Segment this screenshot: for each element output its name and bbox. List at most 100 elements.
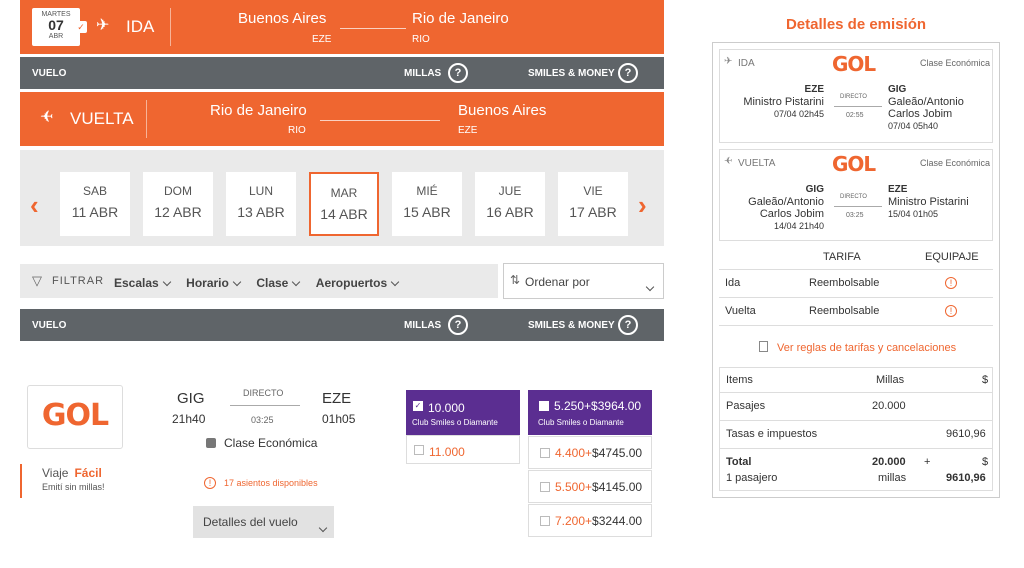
total-money: 9610,96	[946, 472, 986, 484]
flight-details-button[interactable]: Detalles del vuelo	[193, 506, 334, 538]
day-card[interactable]: JUE 16 ABR	[475, 172, 545, 236]
day-card[interactable]: VIE 17 ABR	[558, 172, 628, 236]
filter-time-label: Horario	[186, 276, 229, 290]
vuelta-from-dt: 14/04 21h40	[773, 221, 824, 231]
chevron-down-icon	[232, 277, 242, 287]
total-plus: +	[924, 456, 931, 468]
miles-regular-option[interactable]: 11.000	[406, 435, 520, 464]
fare-rules-link[interactable]: Ver reglas de tarifas y cancelaciones	[777, 342, 956, 354]
document-icon	[759, 341, 768, 352]
return-direction: VUELTA	[70, 109, 134, 128]
ida-to-dt: 07/04 05h40	[888, 121, 939, 131]
fare-row-label: Ida	[725, 277, 741, 289]
money-option-miles: 7.200+	[555, 514, 593, 528]
money-club-option[interactable]: 5.250+$3964.00 Club Smiles o Diamante	[528, 390, 652, 435]
ida-segment: ✈ IDA GOL Clase Económica EZE Ministro P…	[719, 49, 993, 143]
miles-help-icon[interactable]: ?	[448, 63, 468, 83]
return-to-city: Buenos Aires	[458, 102, 547, 119]
chevron-down-icon	[162, 277, 171, 287]
filter-stops[interactable]: Escalas	[114, 276, 171, 290]
miles-club-option[interactable]: ✓ 10.000 Club Smiles o Diamante	[406, 390, 520, 435]
chevron-left-icon[interactable]: ‹	[30, 190, 39, 221]
sort-label: Ordenar por	[525, 275, 590, 289]
filter-class[interactable]: Clase	[256, 276, 301, 290]
col-miles: MILLAS	[404, 68, 442, 79]
warning-icon[interactable]: !	[945, 277, 957, 289]
day-card-selected[interactable]: MAR 14 ABR	[309, 172, 379, 236]
vuelta-segment: ✈ VUELTA GOL Clase Económica GIG Galeão/…	[719, 149, 993, 241]
cost-col-money: $	[982, 374, 989, 386]
calendar-check-icon: ✓	[75, 21, 87, 33]
checkbox-icon	[414, 445, 424, 455]
checkbox-checked-icon: ✓	[413, 401, 423, 411]
money-option[interactable]: 4.400+$4745.00	[528, 436, 652, 469]
day-date: 16 ABR	[486, 204, 534, 220]
day-dow: DOM	[164, 184, 192, 198]
outbound-from-code: EZE	[312, 34, 332, 45]
ida-to: GIG Galeão/Antonio Carlos Jobim 07/04 05…	[888, 84, 964, 132]
cost-col-items: Items	[726, 374, 753, 386]
gol-logo: GOL	[41, 398, 109, 433]
facil-text: Fácil	[74, 466, 102, 480]
ida-from-dt: 07/04 02h45	[773, 109, 824, 119]
filter-icon: ▽	[32, 273, 42, 288]
day-card[interactable]: MIÉ 15 ABR	[392, 172, 462, 236]
pasajero-count: 1 pasajero	[726, 472, 778, 484]
filter-airports-label: Aeropuertos	[315, 276, 388, 290]
day-dow: MIÉ	[416, 184, 438, 198]
miles-help-icon[interactable]: ?	[448, 315, 468, 335]
day-dow: JUE	[498, 184, 522, 198]
fare-col-tarifa: TARIFA	[823, 251, 861, 263]
outbound-date-badge: MARTES 07 ABR	[32, 8, 80, 46]
chevron-right-icon[interactable]: ›	[638, 190, 647, 221]
vuelta-to: EZE Ministro Pistarini 15/04 01h05	[888, 184, 969, 220]
total-money-symbol: $	[982, 456, 989, 468]
filter-stops-label: Escalas	[114, 276, 159, 290]
millas-word: millas	[878, 472, 907, 484]
money-club-miles: 5.250+	[554, 399, 592, 413]
day-date: 17 ABR	[569, 204, 617, 220]
cost-table: Items Millas $ Pasajes 20.000 Tasas e im…	[719, 367, 993, 491]
results-header-2: VUELO MILLAS ? SMILES & MONEY ?	[20, 309, 664, 341]
results-header-1: VUELO MILLAS ? SMILES & MONEY ?	[20, 57, 664, 89]
seat-icon	[206, 438, 216, 448]
chevron-down-icon	[292, 277, 301, 287]
ida-label: IDA	[738, 58, 755, 69]
checkbox-icon	[540, 448, 550, 458]
day-date: 15 ABR	[403, 204, 451, 220]
day-card[interactable]: LUN 13 ABR	[226, 172, 296, 236]
viaje-facil-badge: Viaje Fácil Emití sin millas!	[20, 464, 105, 498]
money-option-value: 5.500+$4145.00	[555, 480, 642, 494]
smiles-help-icon[interactable]: ?	[618, 63, 638, 83]
money-option-value: 7.200+$3244.00	[555, 514, 642, 528]
vuelta-to-dt: 15/04 01h05	[888, 209, 939, 219]
return-from-code: RIO	[288, 125, 306, 136]
money-option[interactable]: 7.200+$3244.00	[528, 504, 652, 537]
total-label: Total	[726, 456, 752, 468]
pasajes-label: Pasajes	[726, 400, 766, 412]
ida-to-name-1: Galeão/Antonio	[888, 96, 964, 108]
miles-regular-value: 11.000	[429, 445, 465, 459]
day-card[interactable]: SAB 11 ABR	[60, 172, 130, 236]
arrow-right-icon	[320, 120, 440, 121]
day-date: 14 ABR	[320, 206, 368, 222]
gol-logo: GOL	[832, 52, 876, 76]
flight-cabin: Clase Económica	[224, 436, 318, 450]
money-option[interactable]: 5.500+$4145.00	[528, 470, 652, 503]
day-dow: SAB	[82, 184, 107, 198]
filter-airports[interactable]: Aeropuertos	[315, 276, 400, 290]
flight-to: EZE	[322, 390, 352, 407]
checkbox-icon	[540, 516, 550, 526]
vuelta-from: GIG Galeão/Antonio Carlos Jobim 14/04 21…	[730, 184, 824, 232]
warning-icon[interactable]: !	[945, 305, 957, 317]
filter-time[interactable]: Horario	[186, 276, 242, 290]
sort-select[interactable]: ⇅ Ordenar por	[503, 263, 664, 299]
fare-row-value: Reembolsable	[809, 277, 880, 289]
chevron-down-icon	[390, 277, 400, 287]
day-card[interactable]: DOM 12 ABR	[143, 172, 213, 236]
tasas-label: Tasas e impuestos	[726, 428, 818, 440]
sort-icon: ⇅	[510, 273, 521, 287]
airline-logo-card: GOL	[27, 385, 123, 449]
smiles-help-icon[interactable]: ?	[618, 315, 638, 335]
pasajes-millas: 20.000	[872, 400, 906, 412]
